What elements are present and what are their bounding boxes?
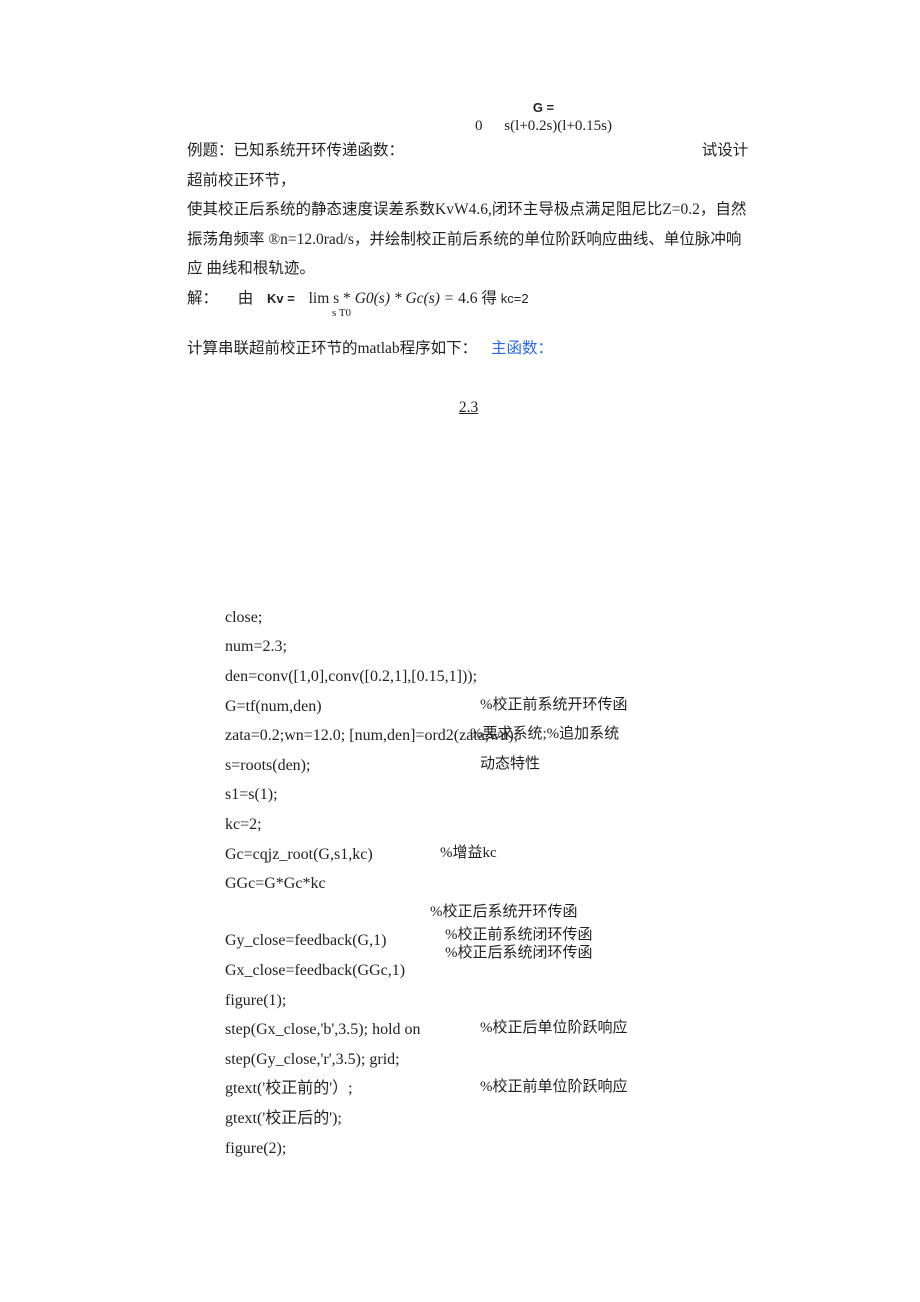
p3-h: kc=2 — [501, 291, 529, 306]
code-l4: G=tf(num,den) %校正前系统开环传函 — [225, 692, 750, 722]
formula-top: G = — [337, 100, 750, 117]
code-l15: step(Gx_close,'b',3.5); hold on %校正后单位阶跃… — [225, 1015, 750, 1045]
code-l18: gtext('校正后的'); — [225, 1104, 750, 1134]
code-l9b: %增益kc — [440, 840, 497, 870]
formula-bottom-row: 0 s(l+0.2s)(l+0.15s) — [337, 117, 750, 137]
code-l1: close; — [225, 603, 750, 633]
code-l9a: Gc=cqjz_root(G,s1,kc) — [225, 840, 440, 870]
code-l15b: %校正后单位阶跃响应 — [480, 1015, 628, 1045]
code-l19: figure(2); — [225, 1134, 750, 1164]
code-l14: figure(1); — [225, 986, 750, 1016]
p3-f: = — [444, 290, 454, 307]
code-l3: den=conv([1,0],conv([0.2,1],[0.15,1])); — [225, 662, 750, 692]
code-l7: s1=s(1); — [225, 780, 750, 810]
code-l12bc: %校正前系统闭环传函 %校正后系统闭环传函 — [445, 926, 593, 962]
code-l12: Gy_close=feedback(G,1) %校正前系统闭环传函 %校正后系统… — [225, 926, 750, 956]
code-l6b: 动态特性 — [480, 751, 540, 781]
code-l5b: %要求系统;%追加系统 — [470, 721, 619, 749]
formula: G = 0 s(l+0.2s)(l+0.15s) — [337, 100, 750, 136]
code-l17a: gtext('校正前的'）; — [225, 1074, 480, 1104]
p3-g: 4.6 得 — [458, 290, 497, 307]
code-l4b: %校正前系统开环传函 — [480, 692, 628, 722]
code-l11b: %校正后系统开环传函 — [430, 899, 578, 927]
p3-c: Kv = — [267, 291, 295, 306]
p3-e: G0(s) * Gc(s) — [355, 290, 440, 307]
code-l4a: G=tf(num,den) — [225, 692, 480, 722]
paragraph-1: 例题：已知系统开环传递函数： 试设计超前校正环节， — [187, 136, 750, 195]
code-l6: s=roots(den); 动态特性 — [225, 751, 750, 781]
code-l8: kc=2; — [225, 810, 750, 840]
code-l10: GGc=G*Gc*kc — [225, 869, 750, 899]
page: G = 0 s(l+0.2s)(l+0.15s) 例题：已知系统开环传递函数： … — [0, 0, 920, 1223]
code-l17: gtext('校正前的'）; %校正前单位阶跃响应 — [225, 1074, 750, 1104]
p3-a: 解： — [187, 290, 218, 307]
p4-a: 计算串联超前校正环节的matlab程序如下： — [187, 340, 477, 357]
code-l12c: %校正后系统闭环传函 — [445, 944, 593, 962]
code-l11a — [225, 899, 430, 927]
code-l17b: %校正前单位阶跃响应 — [480, 1074, 628, 1104]
code-l5: zata=0.2;wn=12.0; [num,den]=ord2(zata,wn… — [225, 721, 750, 751]
number-underline: 2.3 — [187, 393, 750, 422]
paragraph-4: 计算串联超前校正环节的matlab程序如下： 主函数： — [187, 334, 750, 363]
p4-b: 主函数： — [491, 340, 553, 357]
code-l15a: step(Gx_close,'b',3.5); hold on — [225, 1015, 480, 1045]
code-l12a: Gy_close=feedback(G,1) — [225, 926, 386, 956]
code-l16: step(Gy_close,'r',3.5); grid; — [225, 1045, 750, 1075]
code-l12b: %校正前系统闭环传函 — [445, 926, 593, 944]
code-l9: Gc=cqjz_root(G,s1,kc) %增益kc — [225, 840, 750, 870]
p3-b: 由 — [238, 290, 254, 307]
code-l6a: s=roots(den); — [225, 751, 480, 781]
p1-left: 例题：已知系统开环传递函数： — [187, 142, 404, 159]
code-l2: num=2.3; — [225, 632, 750, 662]
code-block: close; num=2.3; den=conv([1,0],conv([0.2… — [187, 603, 750, 1163]
code-l11: %校正后系统开环传函 — [225, 899, 750, 927]
paragraph-2: 使其校正后系统的静态速度误差系数KvW4.6,闭环主导极点满足阻尼比Z=0.2，… — [187, 195, 750, 283]
formula-denom: s(l+0.2s)(l+0.15s) — [504, 118, 612, 134]
formula-zero: 0 — [475, 117, 483, 137]
